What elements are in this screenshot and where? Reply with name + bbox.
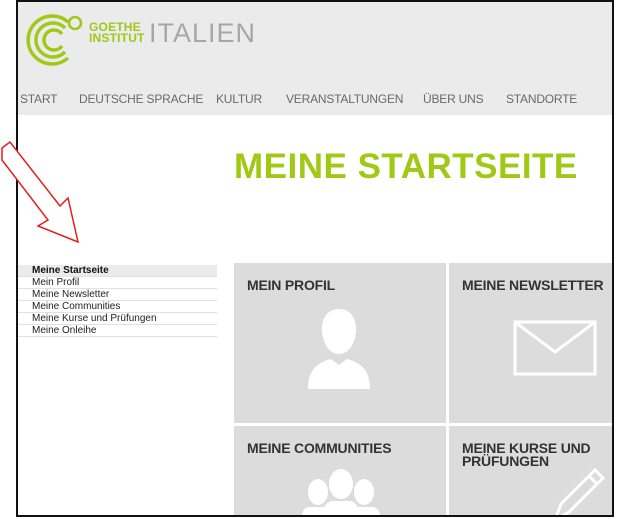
tile-meine-communities[interactable]: MEINE COMMUNITIES <box>234 426 446 515</box>
sidebar-item-meine-communities[interactable]: Meine Communities <box>18 301 217 313</box>
page-title: MEINE STARTSEITE <box>234 147 578 186</box>
site-name: ITALIEN <box>149 18 257 48</box>
browser-frame: GOETHE INSTITUT ITALIEN START DEUTSCHE S… <box>16 0 614 517</box>
nav-item-start[interactable]: START <box>20 92 57 106</box>
sidebar-item-mein-profil[interactable]: Mein Profil <box>18 277 217 289</box>
tile-meine-kurse[interactable]: MEINE KURSE UND PRÜFUNGEN <box>449 426 612 515</box>
nav-item-deutsche-sprache[interactable]: DEUTSCHE SPRACHE <box>79 92 203 106</box>
logo-line-institut: INSTITUT <box>89 31 145 45</box>
sidebar-nav: Meine Startseite Mein Profil Meine Newsl… <box>18 265 217 337</box>
tile-title: MEINE COMMUNITIES <box>247 440 392 456</box>
nav-item-ueber-uns[interactable]: ÜBER UNS <box>423 92 484 106</box>
nav-item-standorte[interactable]: STANDORTE <box>506 92 577 106</box>
sidebar-item-meine-startseite[interactable]: Meine Startseite <box>18 265 217 277</box>
envelope-icon <box>513 320 597 376</box>
goethe-logo-icon[interactable] <box>24 10 84 70</box>
tile-title: MEIN PROFIL <box>247 277 336 293</box>
sidebar-item-meine-newsletter[interactable]: Meine Newsletter <box>18 289 217 301</box>
sidebar-item-meine-kurse[interactable]: Meine Kurse und Prüfungen <box>18 313 217 325</box>
pencil-icon <box>555 467 606 515</box>
annotation-arrow-icon <box>1 140 80 244</box>
main-nav: START DEUTSCHE SPRACHE KULTUR VERANSTALT… <box>18 92 612 110</box>
person-icon <box>308 309 370 389</box>
tile-meine-newsletter[interactable]: MEINE NEWSLETTER <box>449 263 612 423</box>
tile-title: MEINE NEWSLETTER <box>462 277 604 293</box>
main-content: MEINE STARTSEITE Meine Startseite Mein P… <box>18 115 612 515</box>
group-icon <box>302 469 380 515</box>
tile-mein-profil[interactable]: MEIN PROFIL <box>234 263 446 423</box>
nav-item-veranstaltungen[interactable]: VERANSTALTUNGEN <box>286 92 403 106</box>
sidebar-item-meine-onleihe[interactable]: Meine Onleihe <box>18 325 217 337</box>
logo-wordmark[interactable]: GOETHE INSTITUT <box>89 21 145 45</box>
nav-item-kultur[interactable]: KULTUR <box>216 92 262 106</box>
site-header: GOETHE INSTITUT ITALIEN START DEUTSCHE S… <box>18 2 612 115</box>
